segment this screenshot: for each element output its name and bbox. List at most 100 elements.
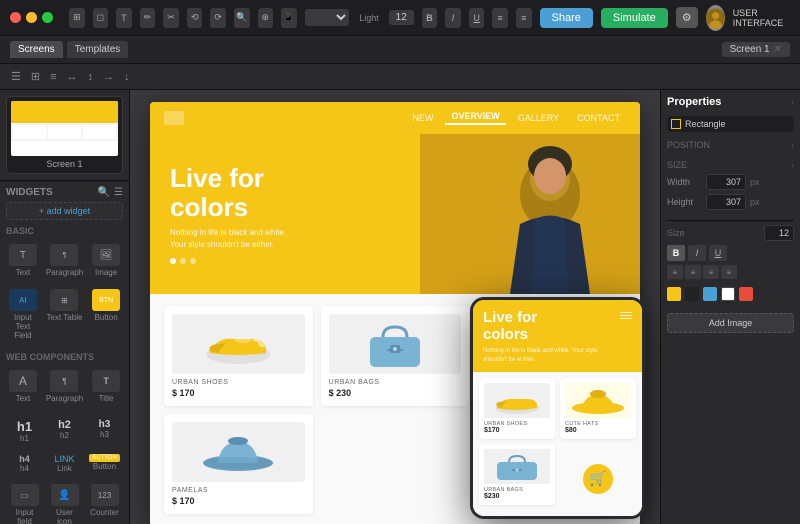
- shape-indicator: [671, 119, 681, 129]
- tool-icon-7[interactable]: ⟳: [210, 8, 226, 28]
- layer-icon-v[interactable]: ↕: [85, 69, 97, 85]
- web-button[interactable]: BUTTON Button: [86, 450, 123, 477]
- add-image-button[interactable]: Add Image: [667, 313, 794, 333]
- height-input[interactable]: [706, 194, 746, 210]
- width-unit: px: [750, 177, 760, 187]
- simulate-button[interactable]: Simulate: [601, 8, 668, 28]
- settings-button[interactable]: ⚙: [676, 7, 698, 28]
- tool-icon-1[interactable]: ⊞: [69, 8, 85, 28]
- product-pamelas[interactable]: PAMELAS $ 170: [164, 414, 313, 514]
- layer-icon-h[interactable]: ↔: [64, 69, 81, 85]
- mobile-product-shoes[interactable]: URBAN SHOES $170: [479, 378, 555, 439]
- web-paragraph[interactable]: ¶ Paragraph: [44, 366, 85, 407]
- web-h3[interactable]: h3 h3: [86, 415, 123, 447]
- width-label: Width: [667, 177, 702, 187]
- mobile-mockup[interactable]: Live forcolors Nothing in life is black …: [470, 297, 645, 519]
- font-size-panel-input[interactable]: [764, 225, 794, 241]
- panel-expand-icon[interactable]: ›: [791, 97, 794, 107]
- layer-icon-move[interactable]: ≡: [47, 69, 59, 85]
- web-title[interactable]: T Title: [89, 366, 123, 407]
- color-red[interactable]: [739, 287, 753, 301]
- bold-style-btn[interactable]: B: [667, 245, 685, 261]
- layer-icon-right[interactable]: →: [100, 69, 117, 85]
- tool-icon-device[interactable]: 📱: [281, 8, 297, 28]
- nav-new[interactable]: NEW: [406, 113, 439, 123]
- web-para-icon: ¶: [50, 370, 78, 392]
- widget-search-icon[interactable]: 🔍: [98, 187, 110, 198]
- widget-image[interactable]: 🖼 Image: [89, 240, 123, 281]
- tool-icon-5[interactable]: ✂: [163, 8, 179, 28]
- dot-1[interactable]: [170, 258, 176, 264]
- style-buttons: B I U: [667, 245, 727, 261]
- tab-templates[interactable]: Templates: [67, 41, 129, 58]
- align-left-btn[interactable]: ≡: [492, 8, 508, 28]
- align-center-btn[interactable]: ≡: [516, 8, 532, 28]
- align-left-btn[interactable]: ≡: [667, 265, 683, 279]
- mobile-product-bags[interactable]: URBAN BAGS $230: [479, 444, 555, 505]
- dot-2[interactable]: [180, 258, 186, 264]
- nav-contact[interactable]: CONTACT: [571, 113, 626, 123]
- width-input[interactable]: [706, 174, 746, 190]
- widget-paragraph[interactable]: ¶ Paragraph: [44, 240, 85, 281]
- widget-text[interactable]: T Text: [6, 240, 40, 281]
- bold-btn[interactable]: B: [422, 8, 438, 28]
- close-button[interactable]: [10, 12, 21, 23]
- color-dark[interactable]: [685, 287, 699, 301]
- web-h1[interactable]: h1 h1: [6, 415, 43, 447]
- mobile-menu-icon[interactable]: [620, 312, 632, 319]
- mobile-product-cute-hats[interactable]: CUTE HATS $80: [560, 378, 636, 439]
- dot-3[interactable]: [190, 258, 196, 264]
- web-h2[interactable]: h2 h2: [46, 415, 83, 447]
- nav-overview[interactable]: OVERVIEW: [445, 111, 505, 125]
- nav-gallery[interactable]: GALLERY: [512, 113, 565, 123]
- tool-icon-6[interactable]: ⟲: [187, 8, 203, 28]
- layer-icon-list[interactable]: ☰: [8, 68, 24, 85]
- web-link[interactable]: LINK Link: [46, 450, 83, 477]
- web-user-icon[interactable]: 👤 User icon: [46, 480, 83, 524]
- h2-display: h2: [58, 419, 71, 431]
- align-right-btn[interactable]: ≡: [703, 265, 719, 279]
- layer-icon-grid[interactable]: ⊞: [28, 68, 43, 85]
- add-widget-button[interactable]: + add widget: [6, 202, 123, 220]
- web-input-field[interactable]: ▭ Input field: [6, 480, 43, 524]
- minimize-button[interactable]: [26, 12, 37, 23]
- web-h4[interactable]: h4 h4: [6, 450, 43, 477]
- product-shoes-img: [172, 314, 305, 374]
- underline-btn[interactable]: U: [469, 8, 485, 28]
- tab-screens[interactable]: Screens: [10, 41, 63, 58]
- tool-icon-4[interactable]: ✏: [140, 8, 156, 28]
- color-yellow[interactable]: [667, 287, 681, 301]
- widget-filter-icon[interactable]: ☰: [114, 187, 123, 198]
- product-bags[interactable]: URBAN BAGS $ 230: [321, 306, 470, 406]
- color-white[interactable]: [721, 287, 735, 301]
- align-justify-btn[interactable]: ≡: [721, 265, 737, 279]
- web-counter[interactable]: 123 Counter: [86, 480, 123, 524]
- product-shoes[interactable]: URBAN SHOES $ 170: [164, 306, 313, 406]
- underline-style-btn[interactable]: U: [709, 245, 727, 261]
- italic-btn[interactable]: I: [445, 8, 461, 28]
- maximize-button[interactable]: [42, 12, 53, 23]
- screen-1-thumb[interactable]: Screen 1: [6, 96, 123, 174]
- web-text-label: Text: [16, 394, 31, 403]
- italic-style-btn[interactable]: I: [688, 245, 706, 261]
- tool-icon-8[interactable]: 🔍: [234, 8, 250, 28]
- color-blue[interactable]: [703, 287, 717, 301]
- share-button[interactable]: Share: [540, 8, 593, 28]
- web-text[interactable]: A Text: [6, 366, 40, 407]
- font-size-input[interactable]: [389, 10, 414, 25]
- bags-price: $ 230: [329, 388, 462, 398]
- tool-icon-zoom[interactable]: ⊕: [258, 8, 274, 28]
- widget-table[interactable]: ⊞ Text Table: [44, 285, 85, 344]
- align-center-btn[interactable]: ≡: [685, 265, 701, 279]
- mobile-cart-badge[interactable]: 🛒: [583, 464, 613, 494]
- site-logo: [164, 111, 184, 125]
- mobile-bags-img: [484, 449, 550, 484]
- tool-icon-3[interactable]: T: [116, 8, 132, 28]
- tool-icon-2[interactable]: ◻: [93, 8, 109, 28]
- font-select[interactable]: Arial: [305, 9, 350, 26]
- widget-input-icon: AI: [9, 289, 37, 311]
- widget-input-text[interactable]: AI Input TextField: [6, 285, 40, 344]
- layer-icon-down[interactable]: ↓: [121, 69, 133, 85]
- close-tab-icon[interactable]: ✕: [774, 44, 782, 55]
- widget-button[interactable]: BTN Button: [89, 285, 123, 344]
